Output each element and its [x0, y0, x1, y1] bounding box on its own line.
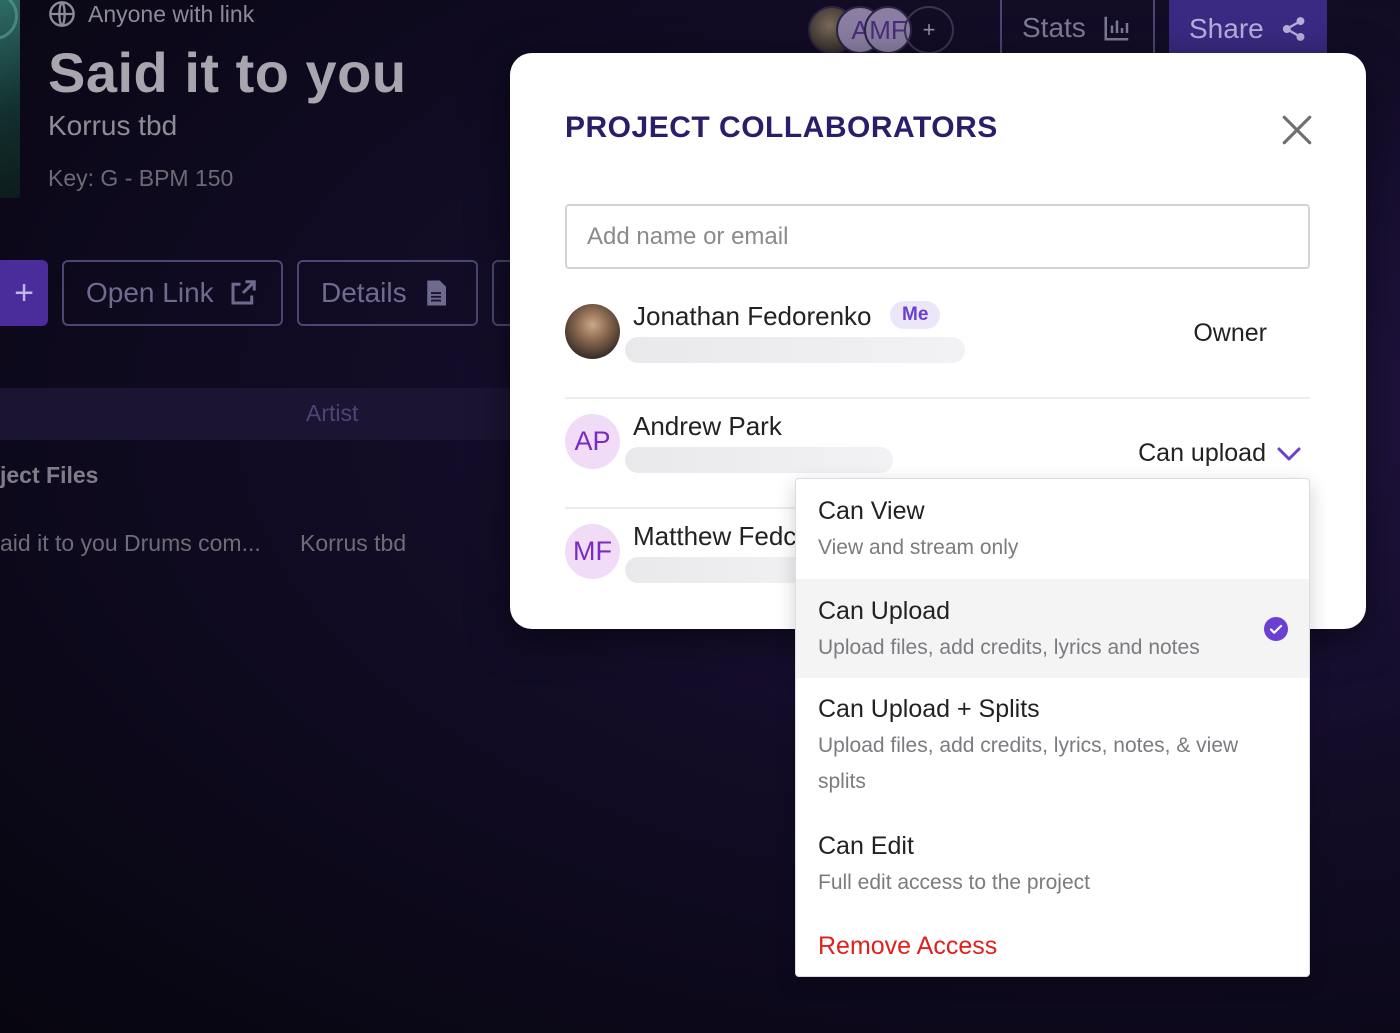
stats-label: Stats [1022, 12, 1086, 43]
option-description: Full edit access to the project [818, 871, 1090, 894]
details-label: Details [321, 277, 407, 308]
remove-access-label: Remove Access [818, 932, 998, 960]
open-link-button[interactable]: Open Link [62, 260, 283, 326]
option-description: Upload files, add credits, lyrics, notes… [818, 734, 1239, 793]
project-files-title: ject Files [0, 462, 99, 488]
email-placeholder-bar [625, 447, 893, 473]
bar-chart-icon [1104, 16, 1129, 41]
collaborator-name: Jonathan Fedorenko [633, 301, 872, 331]
chevron-down-icon [1277, 447, 1301, 460]
option-description: Upload files, add credits, lyrics and no… [818, 636, 1200, 659]
share-button[interactable]: Share [1169, 0, 1327, 58]
column-artist[interactable]: Artist [306, 400, 358, 427]
option-title: Can Upload [818, 597, 951, 625]
role-option-view[interactable]: Can View View and stream only [796, 479, 1309, 579]
document-icon [426, 280, 446, 306]
open-link-label: Open Link [86, 277, 214, 308]
close-icon[interactable] [1280, 113, 1314, 147]
album-cover [0, 0, 20, 198]
collaborator-name: Andrew Park [633, 411, 782, 441]
avatar: MF [565, 524, 620, 579]
add-collaborator-button[interactable]: + [904, 6, 954, 54]
invite-input[interactable] [565, 204, 1310, 269]
file-name[interactable]: aid it to you Drums com... [0, 530, 261, 557]
add-button[interactable]: + [0, 260, 48, 326]
me-badge: Me [890, 301, 941, 329]
option-title: Can View [818, 497, 925, 525]
role-dropdown: Can View View and stream only Can Upload… [795, 478, 1310, 977]
collaborator-row: Jonathan Fedorenko Me Owner [565, 289, 1310, 399]
files-table-header: Artist [0, 388, 520, 440]
email-placeholder-bar [625, 337, 965, 363]
collaborator-avatars[interactable]: A MF + [808, 6, 958, 56]
role-select-value: Can upload [1138, 439, 1266, 467]
song-key-bpm: Key: G - BPM 150 [48, 165, 234, 191]
remove-access-option[interactable]: Remove Access [796, 915, 1309, 975]
avatar: AP [565, 414, 620, 469]
role-option-upload[interactable]: Can Upload Upload files, add credits, ly… [796, 579, 1309, 678]
external-link-icon [231, 280, 256, 305]
collaborator-name: Matthew Fedc [633, 521, 797, 551]
option-title: Can Edit [818, 832, 914, 860]
owner-role: Owner [1193, 319, 1267, 347]
share-label: Share [1189, 13, 1264, 44]
option-title: Can Upload + Splits [818, 695, 1040, 723]
stats-button[interactable]: Stats [1000, 0, 1155, 58]
modal-title: PROJECT COLLABORATORS [565, 111, 998, 144]
avatar [565, 304, 620, 359]
share-icon [1282, 17, 1305, 41]
check-icon [1264, 617, 1288, 641]
details-button[interactable]: Details [297, 260, 478, 326]
role-option-upload-splits[interactable]: Can Upload + Splits Upload files, add cr… [796, 678, 1309, 808]
option-description: View and stream only [818, 536, 1019, 559]
globe-icon [49, 1, 75, 27]
song-artist[interactable]: Korrus tbd [48, 110, 177, 142]
role-option-edit[interactable]: Can Edit Full edit access to the project [796, 815, 1309, 905]
share-scope[interactable]: Anyone with link [48, 0, 254, 28]
share-scope-label: Anyone with link [88, 0, 255, 27]
song-title: Said it to you [48, 41, 407, 104]
file-artist: Korrus tbd [300, 530, 407, 556]
role-select[interactable]: Can upload [1138, 439, 1302, 468]
cover-art-detail [0, 0, 18, 40]
